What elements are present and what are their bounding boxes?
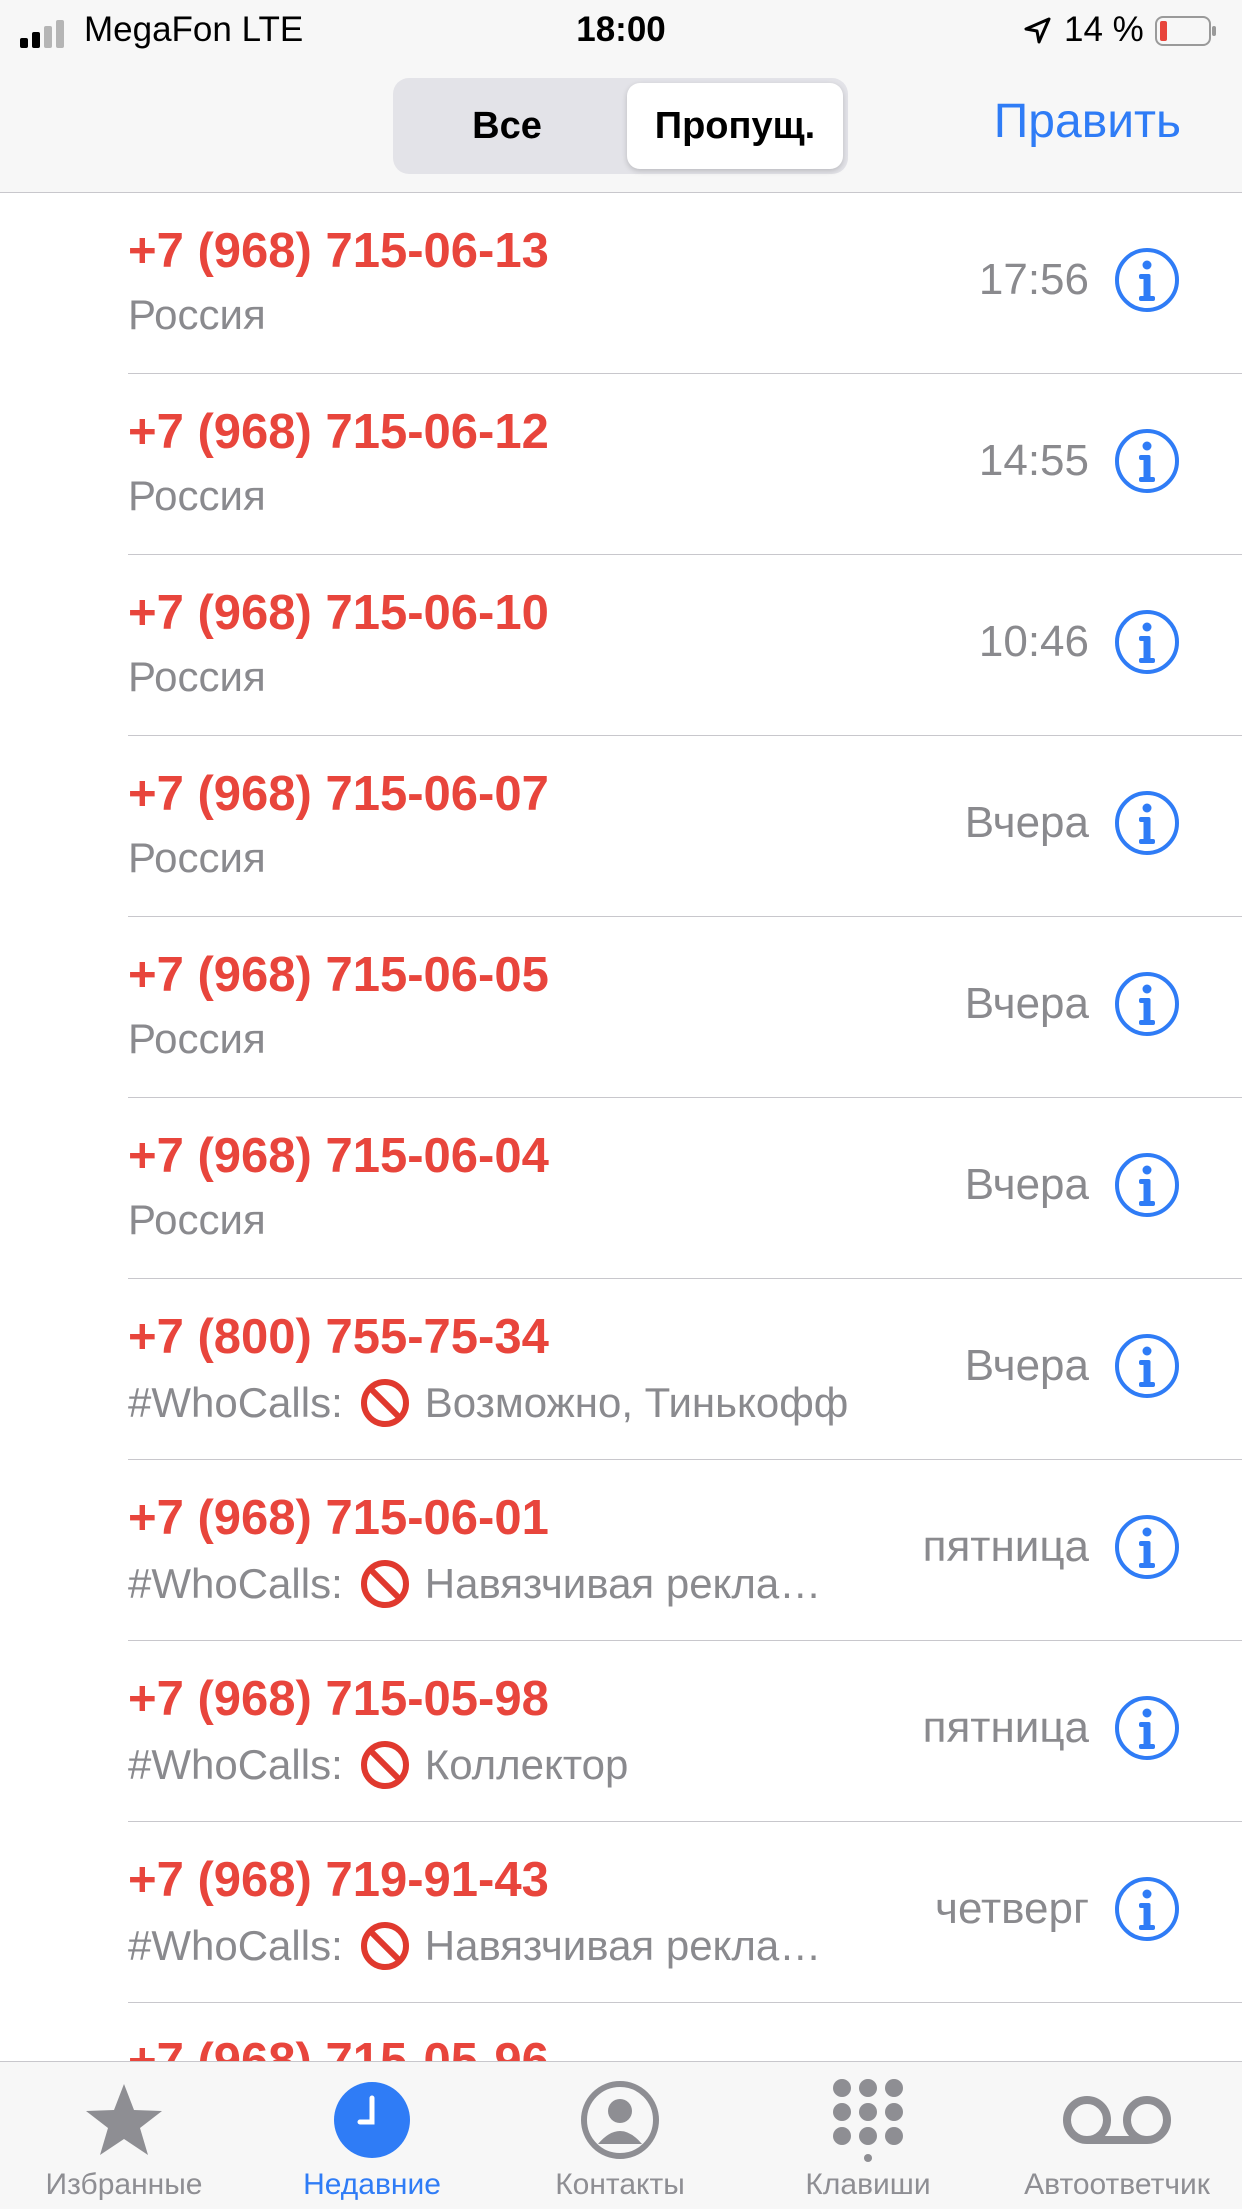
tab-favorites[interactable]: Избранные bbox=[0, 2062, 248, 2209]
whocalls-prefix: #WhoCalls: bbox=[128, 1560, 343, 1607]
tab-label: Контакты bbox=[555, 2168, 685, 2201]
tab-keypad[interactable]: Клавиши bbox=[744, 2062, 992, 2209]
info-icon[interactable] bbox=[1113, 427, 1181, 495]
call-row[interactable]: +7 (968) 715-06-07 Россия Вчера bbox=[0, 736, 1242, 917]
call-row[interactable]: +7 (968) 719-91-43 #WhoCalls: Навязчивая р… bbox=[0, 1822, 1242, 2003]
call-time: Вчера bbox=[964, 979, 1089, 1028]
call-phone-number: +7 (968) 715-06-01 bbox=[128, 1491, 549, 1545]
call-time: Вчера bbox=[964, 1341, 1089, 1390]
call-row[interactable]: +7 (968) 715-06-12 Россия 14:55 bbox=[0, 374, 1242, 555]
whocalls-label: Навязчивая рекла… bbox=[424, 1922, 822, 1969]
tab-label: Автоответчик bbox=[1024, 2168, 1210, 2201]
segment-missed[interactable]: Пропущ. bbox=[627, 83, 843, 169]
edit-button[interactable]: Править bbox=[994, 94, 1181, 149]
info-icon[interactable] bbox=[1113, 246, 1181, 314]
call-time: Вчера bbox=[964, 798, 1089, 847]
call-location: Россия bbox=[128, 291, 266, 338]
call-row[interactable]: +7 (800) 755-75-34 #WhoCalls: Возможно, Ти… bbox=[0, 1279, 1242, 1460]
tab-label: Клавиши bbox=[805, 2168, 931, 2201]
voicemail-icon bbox=[1063, 2096, 1171, 2144]
whocalls-label: Возможно, Тинькофф bbox=[424, 1379, 849, 1426]
call-phone-number: +7 (968) 715-06-04 bbox=[128, 1129, 549, 1183]
prohibited-icon bbox=[360, 1560, 409, 1608]
star-icon bbox=[86, 2084, 162, 2155]
call-phone-number: +7 (968) 715-06-13 bbox=[128, 224, 549, 278]
battery-icon bbox=[1155, 16, 1216, 46]
call-spam-label: #WhoCalls: Навязчивая рекла… bbox=[128, 1920, 821, 1972]
call-location: Россия bbox=[128, 1015, 266, 1062]
info-icon[interactable] bbox=[1113, 1694, 1181, 1762]
contact-icon bbox=[581, 2081, 659, 2159]
info-icon[interactable] bbox=[1113, 789, 1181, 857]
call-spam-label: #WhoCalls: Навязчивая рекла… bbox=[128, 1558, 821, 1610]
call-time: пятница bbox=[922, 1703, 1089, 1752]
whocalls-prefix: #WhoCalls: bbox=[128, 1741, 343, 1788]
call-row[interactable]: +7 (968) 715-06-01 #WhoCalls: Навязчивая р… bbox=[0, 1460, 1242, 1641]
info-icon[interactable] bbox=[1113, 1151, 1181, 1219]
call-row[interactable]: +7 (968) 715-06-10 Россия 10:46 bbox=[0, 555, 1242, 736]
call-location: Россия bbox=[128, 472, 266, 519]
prohibited-icon bbox=[360, 1379, 409, 1427]
info-icon[interactable] bbox=[1113, 1513, 1181, 1581]
clock-icon bbox=[334, 2082, 410, 2158]
prohibited-icon bbox=[360, 1741, 409, 1789]
tab-recents[interactable]: Недавние bbox=[248, 2062, 496, 2209]
call-spam-label: #WhoCalls: Возможно, Тинькофф bbox=[128, 1377, 848, 1429]
location-arrow-icon bbox=[1024, 17, 1051, 44]
call-time: 10:46 bbox=[978, 617, 1089, 666]
call-location: Россия bbox=[128, 1196, 266, 1243]
call-phone-number: +7 (968) 715-05-98 bbox=[128, 1672, 549, 1726]
call-row[interactable]: +7 (968) 715-06-13 Россия 17:56 bbox=[0, 193, 1242, 374]
info-icon[interactable] bbox=[1113, 1875, 1181, 1943]
call-phone-number: +7 (968) 719-91-43 bbox=[128, 1853, 549, 1907]
whocalls-prefix: #WhoCalls: bbox=[128, 1922, 343, 1969]
segment-all[interactable]: Все bbox=[398, 83, 616, 169]
tab-label: Недавние bbox=[303, 2168, 441, 2201]
info-icon[interactable] bbox=[1113, 608, 1181, 676]
battery-percentage: 14 % bbox=[1064, 10, 1144, 49]
whocalls-prefix: #WhoCalls: bbox=[128, 1379, 343, 1426]
navigation-bar: Все Пропущ. Править bbox=[0, 64, 1242, 193]
call-phone-number: +7 (968) 715-06-10 bbox=[128, 586, 549, 640]
info-icon[interactable] bbox=[1113, 970, 1181, 1038]
missed-calls-list: +7 (968) 715-06-13 Россия 17:56 +7 (968) 71… bbox=[0, 193, 1242, 2061]
call-phone-number: +7 (968) 715-06-12 bbox=[128, 405, 549, 459]
call-phone-number: +7 (968) 715-06-05 bbox=[128, 948, 549, 1002]
whocalls-label: Коллектор bbox=[424, 1741, 629, 1788]
call-row[interactable]: +7 (968) 715-06-05 Россия Вчера bbox=[0, 917, 1242, 1098]
call-spam-label: #WhoCalls: Коллектор bbox=[128, 1739, 628, 1791]
call-phone-number: +7 (800) 755-75-34 bbox=[128, 1310, 549, 1364]
whocalls-label: Навязчивая рекла… bbox=[424, 1560, 822, 1607]
info-icon[interactable] bbox=[1113, 1332, 1181, 1400]
call-row[interactable]: +7 (968) 715-05-98 #WhoCalls: Коллектор пят… bbox=[0, 1641, 1242, 1822]
call-time: Вчера bbox=[964, 1160, 1089, 1209]
call-phone-number: +7 (968) 715-06-07 bbox=[128, 767, 549, 821]
keypad-icon bbox=[833, 2079, 903, 2162]
clock-time: 18:00 bbox=[576, 10, 666, 49]
recents-filter-segmented-control: Все Пропущ. bbox=[393, 78, 848, 174]
call-time: четверг bbox=[935, 1884, 1089, 1933]
call-phone-number: +7 (968) 715-05-96 bbox=[128, 2034, 549, 2061]
tab-contacts[interactable]: Контакты bbox=[496, 2062, 744, 2209]
status-bar: MegaFon LTE 18:00 14 % bbox=[0, 0, 1242, 64]
call-time: пятница bbox=[922, 1522, 1089, 1571]
call-row[interactable]: +7 (968) 715-05-96 bbox=[0, 2003, 1242, 2061]
prohibited-icon bbox=[360, 1922, 409, 1970]
call-time: 14:55 bbox=[978, 436, 1089, 485]
tab-label: Избранные bbox=[45, 2168, 203, 2201]
call-location: Россия bbox=[128, 834, 266, 881]
call-time: 17:56 bbox=[978, 255, 1089, 304]
call-location: Россия bbox=[128, 653, 266, 700]
call-row[interactable]: +7 (968) 715-06-04 Россия Вчера bbox=[0, 1098, 1242, 1279]
tab-voicemail[interactable]: Автоответчик bbox=[992, 2062, 1242, 2209]
tab-bar: Избранные Недавние Контакты Клавиши Авто… bbox=[0, 2061, 1242, 2209]
